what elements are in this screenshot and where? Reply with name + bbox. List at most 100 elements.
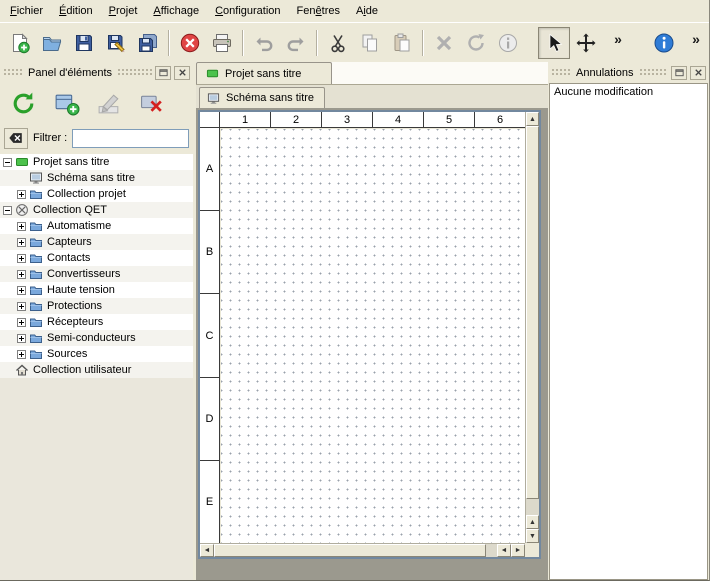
- column-label: 1: [220, 112, 271, 127]
- mdi-area: Projet sans titre Schéma sans titre 1234…: [196, 62, 548, 580]
- select-mode-button[interactable]: [538, 27, 570, 59]
- dock-grip[interactable]: [117, 68, 152, 77]
- qelectrotech-window: FichierÉditionProjetAffichageConfigurati…: [0, 0, 710, 581]
- tree-item-semi-conducteurs[interactable]: Semi-conducteurs: [0, 330, 193, 346]
- expander-plus-icon[interactable]: [17, 350, 26, 359]
- scroll-right-button[interactable]: ►: [511, 544, 525, 557]
- save-as-button[interactable]: [100, 27, 132, 59]
- open-file-button[interactable]: [36, 27, 68, 59]
- expander-minus-icon[interactable]: [3, 158, 12, 167]
- filter-input[interactable]: [72, 129, 189, 148]
- tree-item-projet-sans-titre[interactable]: Projet sans titre: [0, 154, 193, 170]
- new-file-button[interactable]: [4, 27, 36, 59]
- expander-plus-icon[interactable]: [17, 286, 26, 295]
- toolbar-extension-button-2[interactable]: »: [680, 27, 710, 59]
- cut-button[interactable]: [322, 27, 354, 59]
- float-panel-button[interactable]: [155, 66, 171, 80]
- save-button[interactable]: [68, 27, 100, 59]
- tree-item-sources[interactable]: Sources: [0, 346, 193, 362]
- info-gray-icon: [497, 32, 519, 54]
- tree-item-contacts[interactable]: Contacts: [0, 250, 193, 266]
- tree-item-protections[interactable]: Protections: [0, 298, 193, 314]
- close-file-button[interactable]: [174, 27, 206, 59]
- toolbar-extension-button[interactable]: »: [602, 27, 634, 59]
- expander-plus-icon[interactable]: [17, 334, 26, 343]
- dock-grip[interactable]: [3, 68, 23, 77]
- vertical-scroll-thumb[interactable]: [526, 126, 539, 499]
- tree-item-convertisseurs[interactable]: Convertisseurs: [0, 266, 193, 282]
- scrollbar-corner: [525, 543, 539, 557]
- clear-filter-button[interactable]: [4, 128, 28, 149]
- dock-grip[interactable]: [551, 68, 571, 77]
- delete-element-button[interactable]: [134, 85, 170, 121]
- chevron-icon: »: [685, 32, 707, 54]
- tree-item-automatisme[interactable]: Automatisme: [0, 218, 193, 234]
- expander-plus-icon[interactable]: [17, 238, 26, 247]
- menu-aide[interactable]: Aide: [348, 1, 386, 21]
- scroll-left-button[interactable]: ◄: [200, 544, 214, 557]
- horizontal-scroll-track[interactable]: [214, 544, 497, 557]
- float-undo-panel-button[interactable]: [671, 66, 687, 80]
- expander-plus-icon[interactable]: [17, 190, 26, 199]
- dock-grip[interactable]: [639, 68, 669, 77]
- tree-item-recepteurs[interactable]: Récepteurs: [0, 314, 193, 330]
- about-qet-button[interactable]: [648, 27, 680, 59]
- horizontal-scrollbar[interactable]: ◄ ◄ ►: [200, 543, 525, 557]
- folder-blue-icon: [29, 267, 43, 281]
- menu-fichier[interactable]: Fichier: [2, 1, 51, 21]
- tree-item-haute-tension[interactable]: Haute tension: [0, 282, 193, 298]
- menu-edition[interactable]: Édition: [51, 1, 101, 21]
- folder-blue-icon: [29, 219, 43, 233]
- tab-project[interactable]: Projet sans titre: [196, 62, 332, 84]
- close-icon: [693, 67, 704, 78]
- undo-icon: [253, 32, 275, 54]
- cursor-arrow-icon: [543, 32, 565, 54]
- expander-plus-icon[interactable]: [17, 222, 26, 231]
- tree-item-schema-sans-titre[interactable]: Schéma sans titre: [0, 170, 193, 186]
- cut-icon: [327, 32, 349, 54]
- close-undo-panel-button[interactable]: [690, 66, 706, 80]
- tree-item-label: Semi-conducteurs: [47, 332, 136, 344]
- menu-projet[interactable]: Projet: [101, 1, 146, 21]
- float-window-icon: [674, 67, 685, 78]
- tree-item-label: Protections: [47, 300, 102, 312]
- expander-plus-icon[interactable]: [17, 318, 26, 327]
- qet-circle-icon: [15, 203, 29, 217]
- vertical-scrollbar[interactable]: ▲ ▲ ▼: [525, 112, 539, 543]
- horizontal-scroll-thumb[interactable]: [214, 544, 486, 557]
- scroll-up-button[interactable]: ▲: [526, 112, 539, 126]
- tree-item-collection-qet[interactable]: Collection QET: [0, 202, 193, 218]
- elements-panel-header: Panel d'éléments: [1, 64, 192, 81]
- tree-item-collection-projet[interactable]: Collection projet: [0, 186, 193, 202]
- expander-plus-icon[interactable]: [17, 270, 26, 279]
- menu-affichage[interactable]: Affichage: [145, 1, 207, 21]
- pan-mode-button[interactable]: [570, 27, 602, 59]
- print-button[interactable]: [206, 27, 238, 59]
- close-panel-button[interactable]: [174, 66, 190, 80]
- menu-fenetres[interactable]: Fenêtres: [289, 1, 348, 21]
- tree-item-label: Sources: [47, 348, 87, 360]
- menu-configuration[interactable]: Configuration: [207, 1, 288, 21]
- scroll-left-button-2[interactable]: ◄: [497, 544, 511, 557]
- scroll-down-button[interactable]: ▼: [526, 529, 539, 543]
- tree-item-capteurs[interactable]: Capteurs: [0, 234, 193, 250]
- reload-collections-button[interactable]: [5, 85, 41, 121]
- expander-plus-icon[interactable]: [17, 302, 26, 311]
- tree-item-collection-utilisateur[interactable]: Collection utilisateur: [0, 362, 193, 378]
- elements-tree: Projet sans titreSchéma sans titre Collec…: [0, 154, 193, 580]
- schema-canvas[interactable]: [221, 129, 525, 543]
- elements-panel-title: Panel d'éléments: [26, 67, 114, 79]
- schema-tab-bar: Schéma sans titre: [196, 85, 548, 108]
- tree-item-label: Collection projet: [47, 188, 126, 200]
- expander-minus-icon[interactable]: [3, 206, 12, 215]
- tab-schema-label: Schéma sans titre: [226, 92, 314, 104]
- tab-schema[interactable]: Schéma sans titre: [199, 87, 325, 108]
- folder-blue-icon: [29, 187, 43, 201]
- expander-plus-icon[interactable]: [17, 254, 26, 263]
- scroll-up-button-2[interactable]: ▲: [526, 515, 539, 529]
- paste-icon: [391, 32, 413, 54]
- save-all-button[interactable]: [132, 27, 164, 59]
- vertical-scroll-track[interactable]: [526, 126, 539, 515]
- column-ruler: 123456: [220, 112, 525, 128]
- new-element-button[interactable]: [48, 85, 84, 121]
